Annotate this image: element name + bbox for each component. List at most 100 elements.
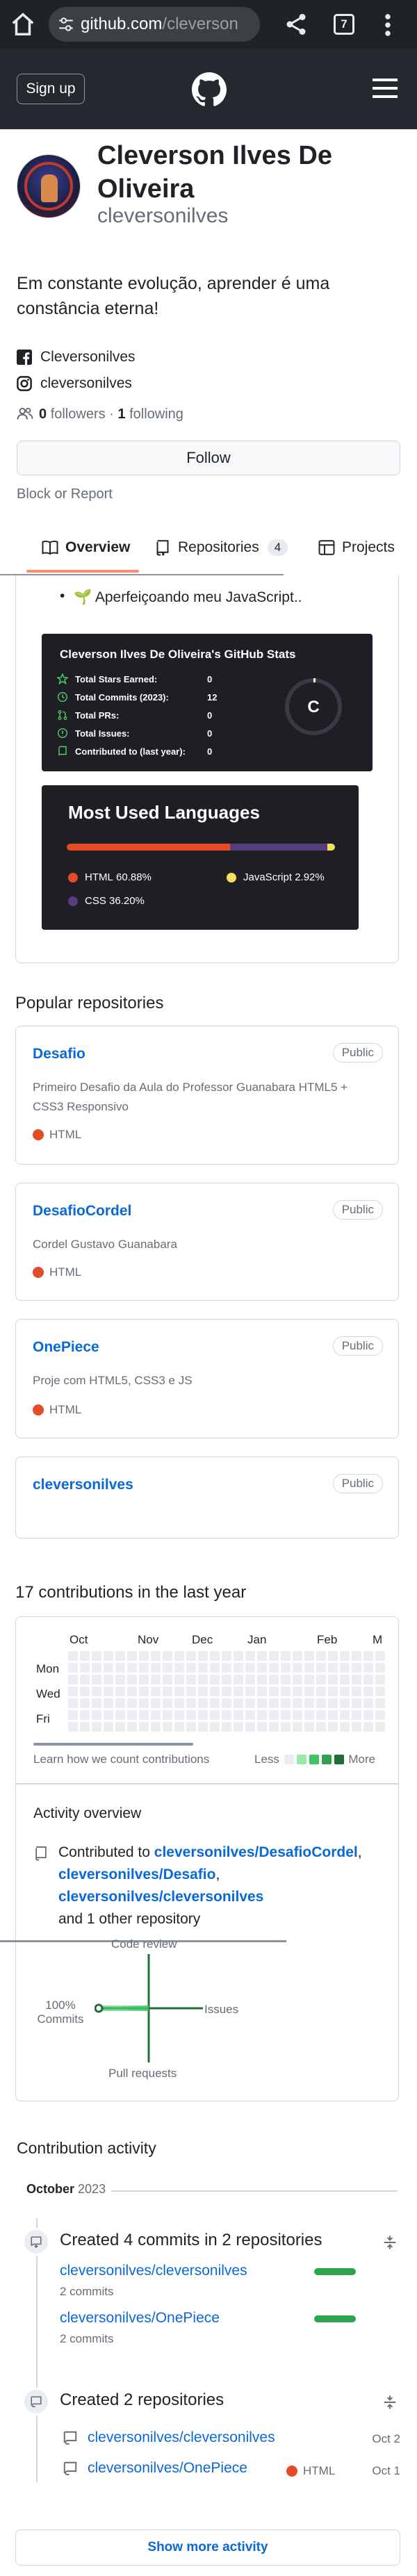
contribution-day[interactable] [375, 1687, 385, 1696]
contribution-day[interactable] [222, 1651, 231, 1661]
contribution-day[interactable] [269, 1651, 279, 1661]
contribution-day[interactable] [245, 1663, 255, 1673]
home-icon[interactable] [10, 11, 36, 38]
contribution-day[interactable] [340, 1687, 350, 1696]
contribution-day[interactable] [375, 1663, 385, 1673]
contribution-day[interactable] [139, 1687, 149, 1696]
contribution-day[interactable] [115, 1722, 125, 1732]
contribution-day[interactable] [352, 1710, 361, 1720]
contribution-day[interactable] [127, 1698, 137, 1708]
more-options-icon[interactable] [381, 13, 395, 38]
contribution-day[interactable] [151, 1710, 161, 1720]
contribution-day[interactable] [210, 1651, 220, 1661]
contribution-day[interactable] [104, 1687, 113, 1696]
contribution-day[interactable] [80, 1698, 90, 1708]
contribution-day[interactable] [363, 1651, 373, 1661]
contribution-day[interactable] [293, 1687, 302, 1696]
contribution-day[interactable] [234, 1710, 243, 1720]
contribution-day[interactable] [269, 1687, 279, 1696]
contribution-day[interactable] [210, 1722, 220, 1732]
contribution-day[interactable] [186, 1722, 196, 1732]
contribution-day[interactable] [186, 1651, 196, 1661]
contribution-day[interactable] [104, 1663, 113, 1673]
contribution-day[interactable] [340, 1698, 350, 1708]
contribution-day[interactable] [340, 1663, 350, 1673]
contribution-day[interactable] [257, 1710, 267, 1720]
contribution-day[interactable] [68, 1710, 78, 1720]
contribution-day[interactable] [234, 1687, 243, 1696]
tab-projects[interactable]: Projects [318, 528, 395, 567]
contribution-day[interactable] [363, 1687, 373, 1696]
contribution-day[interactable] [293, 1651, 302, 1661]
contribution-day[interactable] [304, 1710, 314, 1720]
tab-repositories[interactable]: Repositories 4 [154, 528, 288, 567]
contribution-day[interactable] [234, 1675, 243, 1684]
contribution-day[interactable] [151, 1651, 161, 1661]
block-or-report-link[interactable]: Block or Report [17, 486, 113, 502]
tab-switcher-button[interactable]: 7 [334, 14, 354, 35]
contribution-day[interactable] [245, 1651, 255, 1661]
contribution-day[interactable] [92, 1710, 101, 1720]
contribution-day[interactable] [104, 1651, 113, 1661]
contribution-day[interactable] [186, 1710, 196, 1720]
contribution-day[interactable] [80, 1687, 90, 1696]
contribution-day[interactable] [151, 1698, 161, 1708]
contribution-day[interactable] [316, 1710, 326, 1720]
contribution-day[interactable] [115, 1651, 125, 1661]
contribution-day[interactable] [281, 1663, 291, 1673]
contribution-day[interactable] [163, 1675, 172, 1684]
fold-icon[interactable] [382, 2235, 398, 2250]
contribution-day[interactable] [104, 1675, 113, 1684]
created-repo-item[interactable]: cleversonilves/cleversonilves [63, 2429, 275, 2446]
contribution-day[interactable] [293, 1710, 302, 1720]
following-label[interactable]: following [129, 407, 183, 423]
contribution-day[interactable] [68, 1651, 78, 1661]
contribution-day[interactable] [245, 1698, 255, 1708]
contribution-day[interactable] [174, 1722, 184, 1732]
repo-name-link[interactable]: cleversonilves [33, 1477, 133, 1493]
contribution-day[interactable] [139, 1698, 149, 1708]
contribution-day[interactable] [80, 1651, 90, 1661]
contribution-day[interactable] [328, 1651, 338, 1661]
contribution-day[interactable] [210, 1710, 220, 1720]
contribution-day[interactable] [245, 1675, 255, 1684]
contribution-day[interactable] [151, 1722, 161, 1732]
contribution-day[interactable] [198, 1698, 208, 1708]
contribution-day[interactable] [139, 1651, 149, 1661]
contribution-day[interactable] [316, 1687, 326, 1696]
contribution-day[interactable] [186, 1698, 196, 1708]
contribution-day[interactable] [328, 1687, 338, 1696]
tab-overview[interactable]: Overview [42, 528, 130, 567]
contribution-day[interactable] [92, 1663, 101, 1673]
contribution-day[interactable] [163, 1651, 172, 1661]
contribution-day[interactable] [92, 1675, 101, 1684]
contribution-day[interactable] [80, 1722, 90, 1732]
contribution-day[interactable] [281, 1710, 291, 1720]
social-instagram[interactable]: cleversonilves [17, 372, 132, 395]
contribution-day[interactable] [104, 1710, 113, 1720]
calendar-scrollbar[interactable] [33, 1743, 193, 1746]
contribution-day[interactable] [257, 1722, 267, 1732]
contribution-day[interactable] [174, 1675, 184, 1684]
contribution-day[interactable] [92, 1651, 101, 1661]
contribution-day[interactable] [304, 1651, 314, 1661]
contribution-day[interactable] [222, 1663, 231, 1673]
contribution-day[interactable] [363, 1698, 373, 1708]
contribution-day[interactable] [245, 1687, 255, 1696]
contribution-day[interactable] [186, 1687, 196, 1696]
contribution-day[interactable] [80, 1663, 90, 1673]
contribution-day[interactable] [257, 1698, 267, 1708]
contribution-day[interactable] [68, 1663, 78, 1673]
contribution-day[interactable] [92, 1698, 101, 1708]
contribution-day[interactable] [316, 1675, 326, 1684]
contribution-day[interactable] [281, 1687, 291, 1696]
commit-count-link[interactable]: 2 commits [60, 2285, 113, 2299]
contribution-day[interactable] [257, 1675, 267, 1684]
learn-contributions-link[interactable]: Learn how we count contributions [33, 1753, 209, 1766]
follow-button[interactable]: Follow [17, 441, 400, 475]
contribution-day[interactable] [163, 1663, 172, 1673]
contribution-day[interactable] [186, 1675, 196, 1684]
avatar[interactable] [17, 154, 81, 218]
contribution-day[interactable] [352, 1663, 361, 1673]
contribution-day[interactable] [80, 1710, 90, 1720]
